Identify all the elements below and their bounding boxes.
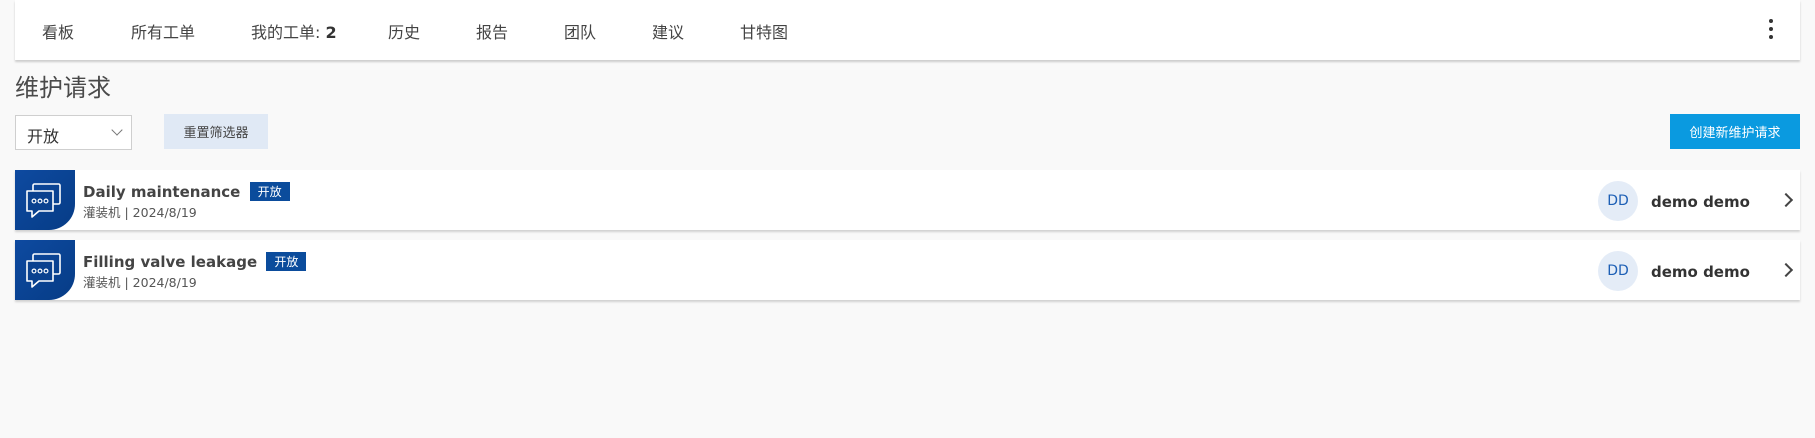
request-title: Daily maintenance 开放 [83,182,290,201]
chat-bubbles-icon [15,170,75,230]
top-navigation-bar: 看板 所有工单 我的工单: 2 历史 报告 团队 建议 甘特图 [15,0,1800,60]
request-subtitle: 灌装机 | 2024/8/19 [83,275,197,290]
page-title: 维护请求 [15,74,111,102]
tab-suggestions[interactable]: 建议 [652,19,684,43]
status-badge: 开放 [249,182,290,201]
request-title: Filling valve leakage 开放 [83,252,307,271]
chevron-right-icon[interactable] [1778,262,1794,278]
chevron-down-icon [111,124,123,136]
tab-history[interactable]: 历史 [388,19,420,43]
tab-gantt-chart[interactable]: 甘特图 [740,19,788,43]
request-title-text: Filling valve leakage [83,253,258,271]
tab-all-work-orders[interactable]: 所有工单 [131,19,195,43]
tab-team[interactable]: 团队 [564,19,596,43]
request-subtitle: 灌装机 | 2024/8/19 [83,205,197,220]
request-row[interactable]: Daily maintenance 开放 灌装机 | 2024/8/19 DD … [15,170,1800,230]
tab-reports[interactable]: 报告 [476,19,508,43]
more-options-icon[interactable] [1767,19,1775,41]
assignee-name: demo demo [1651,193,1750,211]
reset-filters-button[interactable]: 重置筛选器 [164,114,268,149]
avatar: DD [1598,181,1638,221]
request-title-text: Daily maintenance [83,183,241,201]
status-badge: 开放 [266,252,307,271]
request-row[interactable]: Filling valve leakage 开放 灌装机 | 2024/8/19… [15,240,1800,300]
create-maintenance-request-button[interactable]: 创建新维护请求 [1670,114,1800,149]
chat-bubbles-icon [15,240,75,300]
assignee-name: demo demo [1651,263,1750,281]
chevron-right-icon[interactable] [1778,192,1794,208]
status-filter-value: 开放 [27,127,60,146]
status-filter-select[interactable]: 开放 [15,115,132,150]
avatar: DD [1598,251,1638,291]
my-work-orders-count: 2 [325,23,337,42]
tab-my-work-orders-label: 我的工单: [251,23,326,42]
tab-kanban[interactable]: 看板 [42,19,74,43]
tab-my-work-orders[interactable]: 我的工单: 2 [251,19,337,43]
